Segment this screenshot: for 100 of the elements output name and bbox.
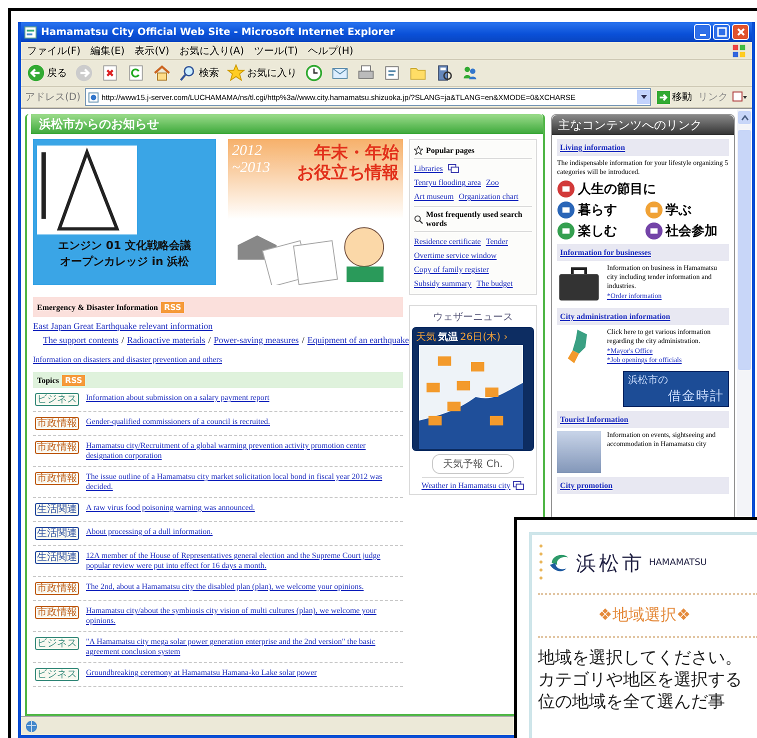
weather-tab[interactable]: 天気 [416, 330, 436, 344]
weather-tab[interactable]: 気温 [438, 330, 458, 344]
weather-link[interactable]: Weather in Hamamatsu city [422, 481, 510, 490]
category-tag: 生活関連 [35, 503, 79, 516]
page-icon [88, 92, 99, 102]
menu-item[interactable]: 表示(V) [134, 44, 170, 58]
maximize-icon [716, 27, 726, 37]
earthquake-topic-link[interactable]: Power-saving measures [214, 335, 299, 345]
separator: / [207, 335, 212, 345]
category-link[interactable]: 暮らす [557, 201, 642, 219]
maximize-button[interactable] [713, 24, 730, 40]
weather-tab[interactable]: 26日(木) › [460, 330, 508, 344]
topic-link[interactable]: Hamamatsu city/about the symbiosis city vision of multi cultures (plan), we welcome your opinions. [86, 606, 403, 626]
category-tag: 市政情報 [35, 417, 79, 430]
emergency-title: Emergency & Disaster Information [37, 302, 158, 312]
popular-page-link[interactable]: Libraries [414, 164, 443, 173]
instruction-text: カテゴリや地区を選択する [538, 670, 743, 690]
window-title: Hamamatsu City Official Web Site - Microsoft Internet Explorer [41, 26, 396, 38]
category-tag: 市政情報 [35, 441, 79, 454]
earthquake-link[interactable]: East Japan Great Earthquake relevant information [33, 321, 403, 331]
go-button[interactable]: 移動 [655, 90, 694, 104]
topic-link[interactable]: A raw virus food poisoning warning was announced. [86, 503, 255, 513]
search-button[interactable]: 検索 [177, 64, 221, 82]
topic-link[interactable]: Gender-qualified commissioners of a council is recruited. [86, 417, 270, 427]
category-link[interactable]: 楽しむ [557, 222, 642, 240]
debt-clock-banner[interactable]: 浜松市の 借金時計 [623, 371, 729, 407]
menu-item[interactable]: ファイル(F) [27, 44, 81, 58]
topic-link[interactable]: The issue outline of a Hamamatsu city market solicitation local bond in fiscal year 2012 was decided. [86, 472, 403, 492]
category-tag: 生活関連 [35, 527, 79, 540]
category-tag: ビジネス [35, 668, 79, 681]
topic-link[interactable]: Hamamatsu city/Recruitment of a global warming prevention activity promotion center designation corporation [86, 441, 403, 461]
category-link[interactable]: 学ぶ [644, 201, 729, 219]
category-tag: 市政情報 [35, 472, 79, 485]
search-words-title: Most frequently used search words [426, 210, 524, 228]
separator: / [300, 335, 306, 345]
topic-link[interactable]: "A Hamamatsu city mega solar power generation enterprise and the 2nd version" the basic agreement conclusion system [86, 637, 403, 657]
favorites-button[interactable]: お気に入り [225, 64, 299, 82]
search-word-link[interactable]: Tender [486, 237, 508, 246]
earthquake-topic-link[interactable]: Equipment of an earthquake [307, 335, 410, 345]
address-label: アドレス(D) [25, 91, 81, 104]
city-name-english: HAMAMATSU [649, 558, 707, 568]
instruction-text: 位の地域を全て選んだ事 [538, 692, 726, 712]
search-icon [179, 64, 197, 82]
back-button[interactable]: 戻る [25, 64, 69, 82]
links-panel-heading: 主なコンテンツへのリンク [552, 115, 734, 135]
close-button[interactable] [732, 24, 749, 40]
section-heading-link[interactable]: Living information [557, 139, 729, 156]
globe-icon [25, 720, 38, 732]
search-word-link[interactable]: Residence certificate [414, 237, 481, 246]
popular-page-link[interactable]: Art museum [414, 192, 454, 201]
topic-link[interactable]: The 2nd, about a Hamamatsu city the disabled plan (plan), we welcome your opinions. [86, 582, 364, 592]
topic-link[interactable]: Information about submission on a salary payment report [86, 393, 270, 403]
popular-page-link[interactable]: Zoo [486, 178, 499, 187]
menu-item[interactable]: 編集(E) [90, 44, 125, 58]
topic-link[interactable]: About processing of a dull information. [86, 527, 213, 537]
popular-page-link[interactable]: Tenryu flooding area [414, 178, 481, 187]
disaster-info-link[interactable]: Information on disasters and disaster prevention and others [33, 355, 403, 364]
category-tag: 市政情報 [35, 606, 79, 619]
menu-item[interactable]: ヘルプ(H) [308, 44, 354, 58]
category-link[interactable]: 社会参加 [644, 222, 729, 240]
city-name: 浜松市 [576, 550, 645, 576]
minimize-icon [700, 34, 706, 36]
search-word-link[interactable]: Copy of family register [414, 265, 489, 274]
history-button[interactable] [303, 64, 325, 82]
section-heading-link[interactable]: Information for businesses [557, 244, 729, 261]
category-tag: 生活関連 [35, 551, 79, 564]
section-heading-link[interactable]: Tourist Information [557, 411, 729, 428]
region-select-heading: ❖地域選択❖ [597, 605, 692, 626]
topic-link[interactable]: 12A member of the House of Representatives general election and the Supreme Court judge popular review were put into effect for 16 days a month. [86, 551, 403, 571]
category-tag: ビジネス [35, 393, 79, 406]
popular-pages-title: Popular pages [426, 146, 475, 155]
minimize-button[interactable] [694, 24, 711, 40]
weather-brand: ウェザーニュース [433, 311, 513, 324]
category-tag: 市政情報 [35, 582, 79, 595]
go-arrow-icon [657, 90, 670, 104]
home-button[interactable] [151, 64, 173, 82]
earthquake-topic-link[interactable]: Radioactive materials [127, 335, 206, 345]
separator: / [120, 335, 126, 345]
section-heading-link[interactable]: City promotion [557, 477, 729, 494]
menu-item[interactable]: ツール(T) [254, 44, 298, 58]
instruction-text: 地域を選択してください。 [538, 648, 743, 668]
new-window-icon [513, 481, 524, 490]
search-word-link[interactable]: Overtime service window [414, 251, 497, 260]
search-icon [414, 214, 423, 224]
earthquake-topic-link[interactable]: The support contents [43, 335, 118, 345]
dropdown-arrow-icon [640, 93, 648, 101]
windows-logo-icon [732, 44, 746, 58]
topics-title: Topics [37, 376, 59, 384]
category-link[interactable]: 人生の節目に [557, 180, 729, 198]
topic-link[interactable]: Groundbreaking ceremony at Hamamatsu Hamana-ko Lake solar power [86, 668, 317, 678]
search-word-link[interactable]: Subsidy summary [414, 279, 472, 288]
menu-item[interactable]: お気に入り(A) [179, 44, 244, 58]
scroll-up-icon [740, 114, 748, 120]
section-heading-link[interactable]: City administration information [557, 308, 729, 325]
popular-page-link[interactable]: Organization chart [458, 192, 518, 201]
search-word-link[interactable]: The budget [476, 279, 513, 288]
event-banner[interactable]: エンジン 01 文化戦略会議 オープンカレッジ in 浜松 [33, 139, 216, 285]
forecast-channel-button[interactable]: 天気予報 Ch. [432, 454, 514, 474]
toolbar-options-icon[interactable] [732, 91, 748, 103]
close-icon [736, 27, 746, 37]
